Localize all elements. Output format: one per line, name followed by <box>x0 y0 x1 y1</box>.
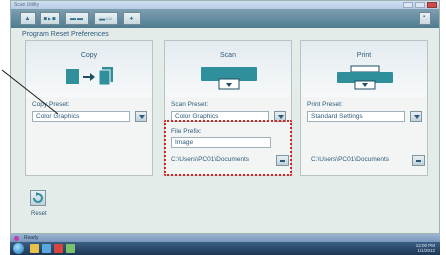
explorer-icon[interactable] <box>30 244 39 253</box>
copy-preset-select[interactable]: Color Graphics <box>32 111 130 122</box>
scan-panel-header: Scan <box>165 41 291 97</box>
reset-button[interactable] <box>30 190 46 206</box>
title-bar: Scan Utility <box>11 1 439 9</box>
help-icon: ▪ <box>423 14 426 20</box>
print-title: Print <box>356 52 372 59</box>
page-title: Program Reset Preferences <box>22 31 109 38</box>
home-icon: ▲ <box>24 15 32 22</box>
settings-icon: ✦ <box>128 16 136 22</box>
media-icon[interactable] <box>54 244 63 253</box>
clock-date: 1/1/2012 <box>417 248 435 253</box>
status-icon <box>14 236 19 241</box>
settings-button[interactable]: ✦ <box>123 12 141 25</box>
scan-preset-label: Scan Preset: <box>171 101 209 108</box>
scan-title: Scan <box>220 52 236 59</box>
print-preset-select[interactable]: Standard Settings <box>307 111 405 122</box>
reset-icon <box>33 192 43 203</box>
status-text: Ready <box>24 235 39 241</box>
chevron-down-icon <box>139 115 145 119</box>
home-button[interactable]: ▲ <box>20 12 36 25</box>
minimize-button[interactable] <box>403 2 413 8</box>
print-browse-button[interactable] <box>412 155 425 166</box>
scanner-icon <box>201 67 257 90</box>
print-mode-button[interactable]: ▬▭ <box>94 12 118 25</box>
close-button[interactable] <box>427 2 437 8</box>
app-icon[interactable] <box>66 244 75 253</box>
help-button[interactable]: ▪ <box>419 12 431 25</box>
scan-mode-button[interactable]: ▬▬ <box>65 12 89 25</box>
window-title: Scan Utility <box>14 2 40 8</box>
chevron-down-icon <box>414 115 420 119</box>
chevron-down-icon <box>278 115 284 119</box>
copy-panel-header: Copy <box>26 41 152 97</box>
copy-icon <box>66 67 113 86</box>
print-panel-header: Print <box>301 41 427 97</box>
browse-icon <box>416 160 421 162</box>
print-save-path: C:\Users\PC01\Documents <box>311 156 390 163</box>
print-mode-icon: ▬▭ <box>99 16 113 22</box>
print-preset-dropdown-button[interactable] <box>410 111 422 122</box>
printer-icon <box>337 65 393 90</box>
browser-icon[interactable] <box>42 244 51 253</box>
taskbar: 12:00 PM 1/1/2012 <box>10 242 440 255</box>
copy-panel: Copy Copy Preset: Color Graphics <box>25 40 153 176</box>
reset-label: Reset <box>31 211 47 217</box>
copy-preset-dropdown-button[interactable] <box>135 111 147 122</box>
copy-preset-label: Copy Preset: <box>32 101 70 108</box>
taskbar-clock[interactable]: 12:00 PM 1/1/2012 <box>416 243 435 253</box>
print-panel: Print Print Preset: Standard Settings C:… <box>300 40 428 176</box>
copy-mode-icon: ■▸■ <box>43 16 57 22</box>
print-preset-label: Print Preset: <box>307 101 343 108</box>
toolbar: ▲ ■▸■ ▬▬ ▬▭ ✦ ▪ <box>11 9 439 28</box>
file-prefix-highlight <box>164 120 292 176</box>
maximize-button[interactable] <box>415 2 425 8</box>
copy-mode-button[interactable]: ■▸■ <box>40 12 60 25</box>
scan-mode-icon: ▬▬ <box>70 15 84 22</box>
copy-title: Copy <box>80 52 98 59</box>
start-button[interactable] <box>13 243 24 254</box>
status-bar: Ready <box>10 234 440 242</box>
window-controls <box>403 2 437 8</box>
